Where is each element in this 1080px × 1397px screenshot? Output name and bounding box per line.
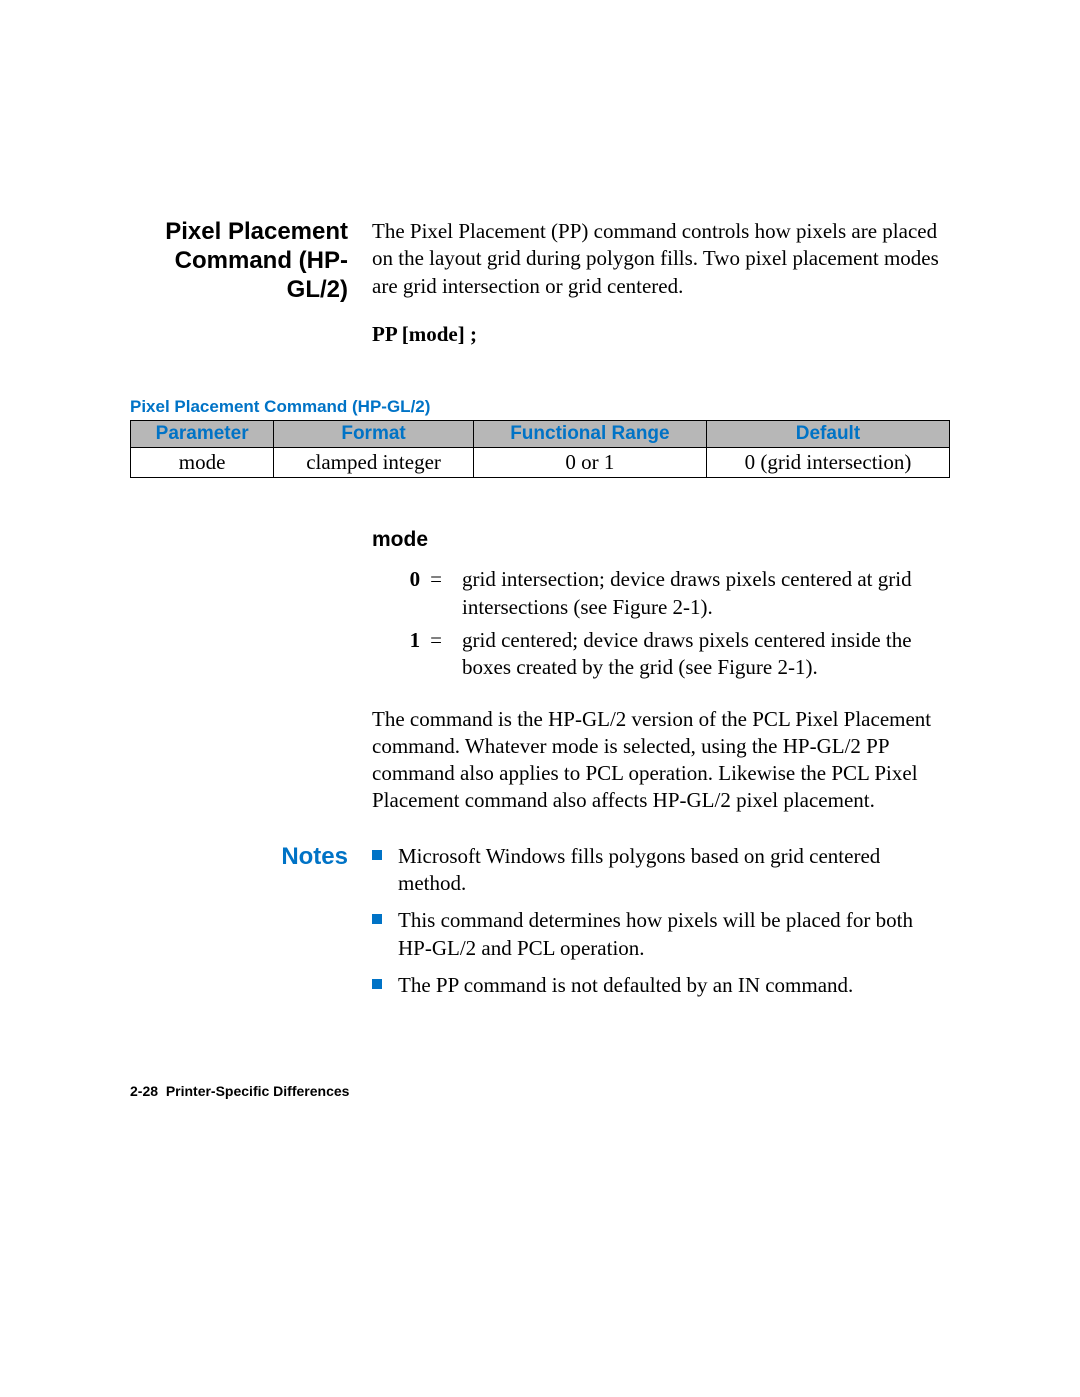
th-format: Format <box>274 421 474 448</box>
table-header-row: Parameter Format Functional Range Defaul… <box>131 421 950 448</box>
td-range: 0 or 1 <box>473 448 706 478</box>
section-description: The Pixel Placement (PP) command control… <box>372 218 950 304</box>
section-title: Pixel Placement Command (HP-GL/2) <box>130 218 348 304</box>
note-item: Microsoft Windows fills polygons based o… <box>372 843 950 898</box>
td-default: 0 (grid intersection) <box>706 448 949 478</box>
notes-label: Notes <box>130 843 348 1009</box>
th-default: Default <box>706 421 949 448</box>
mode-section: mode 0= grid intersection; device draws … <box>372 528 950 814</box>
footer-section: Printer-Specific Differences <box>166 1083 350 1099</box>
page-footer: 2-28 Printer-Specific Differences <box>130 1083 349 1099</box>
table-caption: Pixel Placement Command (HP-GL/2) <box>130 397 950 417</box>
td-parameter: mode <box>131 448 274 478</box>
td-format: clamped integer <box>274 448 474 478</box>
mode-key-1: 1= <box>372 627 462 682</box>
command-syntax: PP [mode] ; <box>372 322 950 347</box>
document-page: Pixel Placement Command (HP-GL/2) The Pi… <box>0 0 1080 1009</box>
title-line-2: Command (HP-GL/2) <box>175 247 348 303</box>
table-row: mode clamped integer 0 or 1 0 (grid inte… <box>131 448 950 478</box>
parameter-table: Parameter Format Functional Range Defaul… <box>130 420 950 478</box>
title-line-1: Pixel Placement <box>165 218 348 245</box>
mode-definition-0: 0= grid intersection; device draws pixel… <box>372 566 950 621</box>
mode-eq: = <box>430 567 442 591</box>
mode-paragraph: The command is the HP-GL/2 version of th… <box>372 706 950 815</box>
mode-label: mode <box>372 528 950 552</box>
mode-definition-1: 1= grid centered; device draws pixels ce… <box>372 627 950 682</box>
mode-key-0: 0= <box>372 566 462 621</box>
note-item: The PP command is not defaulted by an IN… <box>372 972 950 999</box>
mode-num: 0 <box>410 567 421 591</box>
mode-text-0: grid intersection; device draws pixels c… <box>462 566 950 621</box>
mode-num: 1 <box>410 628 421 652</box>
section-header: Pixel Placement Command (HP-GL/2) The Pi… <box>130 218 950 304</box>
mode-eq: = <box>430 628 442 652</box>
th-parameter: Parameter <box>131 421 274 448</box>
notes-section: Notes Microsoft Windows fills polygons b… <box>130 843 950 1009</box>
note-item: This command determines how pixels will … <box>372 907 950 962</box>
th-range: Functional Range <box>473 421 706 448</box>
footer-page: 2-28 <box>130 1083 158 1099</box>
mode-text-1: grid centered; device draws pixels cente… <box>462 627 950 682</box>
notes-list: Microsoft Windows fills polygons based o… <box>372 843 950 1009</box>
